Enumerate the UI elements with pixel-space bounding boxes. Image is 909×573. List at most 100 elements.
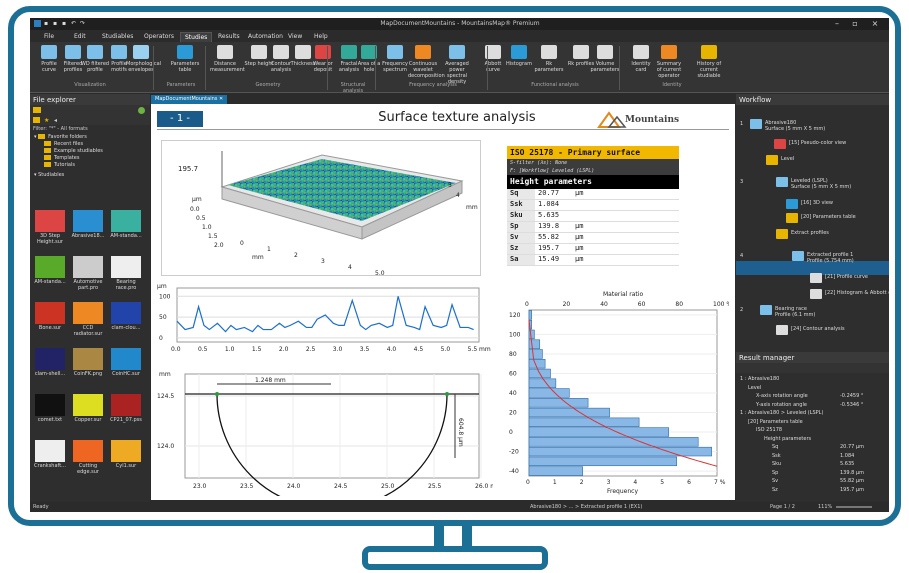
right-marker[interactable]: [445, 392, 449, 396]
workflow-node-icon: [810, 289, 822, 299]
abbott-histogram-chart[interactable]: Material ratio 0 20 40 60 80 100 % 0 1 2 3 4 5 6 7 % Fr…: [507, 290, 729, 496]
back-icon[interactable]: ◂: [54, 117, 57, 124]
redo-icon[interactable]: ↷: [80, 20, 87, 27]
file-thumbnail[interactable]: clam-shell...: [32, 348, 68, 377]
ribbon-button-14[interactable]: Frequency spectrum: [380, 45, 410, 73]
file-thumbnail[interactable]: CP21_07.pss: [108, 394, 144, 423]
ribbon-button-19[interactable]: Rk parameters: [534, 45, 564, 73]
save-icon[interactable]: ▪: [62, 20, 69, 27]
result-row[interactable]: Level: [736, 385, 889, 392]
profile-curve-chart[interactable]: µm 100 50 0 0.0 0.5 1.0 1.5 2.0 2.5 3.0 3.5 4.0 4.5 5.…: [155, 280, 493, 360]
ribbon-button-23[interactable]: Summary of current operator: [654, 45, 684, 79]
menu-automation[interactable]: Automation: [244, 32, 287, 41]
file-thumbnail[interactable]: CoinFK.png: [70, 348, 106, 377]
result-row[interactable]: [20] Parameters table: [736, 419, 889, 426]
file-thumbnail[interactable]: Abrasive18...: [70, 210, 106, 239]
menu-studiables[interactable]: Studiables: [98, 32, 137, 41]
file-thumbnail[interactable]: Copper.sur: [70, 394, 106, 423]
workflow-node-label[interactable]: [24] Contour analysis: [791, 326, 886, 332]
cell-value: 15.49: [538, 255, 560, 263]
ribbon-button-6[interactable]: Parameters table: [170, 45, 200, 73]
table-row: Sa 15.49 µm: [507, 255, 679, 266]
result-row[interactable]: 1 : Abrasive180: [736, 376, 889, 383]
file-thumbnail[interactable]: AM-standa...: [32, 256, 68, 285]
refresh-icon[interactable]: [138, 107, 145, 114]
workflow-node-label[interactable]: Bearing race Profile (6.1 mm): [775, 306, 886, 318]
workflow-node-label[interactable]: [15] Pseudo-color view: [789, 140, 886, 146]
ribbon-button-7[interactable]: Distance measurement: [210, 45, 245, 73]
result-row[interactable]: Sv 55.82 µm: [736, 478, 889, 485]
ribbon-button-21[interactable]: Volume parameters: [590, 45, 620, 73]
ribbon-button-5[interactable]: Morphological envelopes: [126, 45, 161, 73]
format-filter[interactable]: Filter: "*" - All formats: [30, 125, 150, 134]
ribbon-button-22[interactable]: Identity card: [626, 45, 656, 73]
menu-edit[interactable]: Edit: [70, 32, 90, 41]
result-row[interactable]: Sz 195.7 µm: [736, 487, 889, 494]
result-row[interactable]: Sp 139.8 µm: [736, 470, 889, 477]
result-row[interactable]: ISO 25178: [736, 427, 889, 434]
result-row[interactable]: Height parameters: [736, 436, 889, 443]
workflow-node-label[interactable]: Extract profiles: [791, 230, 886, 236]
menu-view[interactable]: View: [284, 32, 306, 41]
file-thumbnail[interactable]: clam-clou...: [108, 302, 144, 331]
folder-up-icon[interactable]: [33, 117, 40, 123]
menu-operators[interactable]: Operators: [140, 32, 178, 41]
result-row[interactable]: Sku 5.635: [736, 461, 889, 468]
menu-file[interactable]: File: [40, 32, 58, 41]
new-icon[interactable]: ▪: [44, 20, 51, 27]
minimize-button[interactable]: –: [830, 19, 844, 28]
file-thumbnail[interactable]: Cutting edge.sur: [70, 440, 106, 475]
folder-item[interactable]: Recent files: [30, 141, 150, 148]
studiables-node[interactable]: ▾ Studiables: [30, 172, 150, 179]
result-row[interactable]: Ssk 1.084: [736, 453, 889, 460]
3d-surface-view[interactable]: 195.7 µm 0.0 0.5 1.0 1.5 2.0 0 1 2 3 4 5.0 mm mm …: [161, 140, 481, 277]
file-thumbnail[interactable]: Bone.sur: [32, 302, 68, 331]
file-thumbnail[interactable]: CoinHC.sur: [108, 348, 144, 377]
workflow-node-label[interactable]: [16] 3D view: [801, 200, 886, 206]
workflow-node-label[interactable]: [20] Parameters table: [801, 214, 886, 220]
ribbon-button-15[interactable]: Continuous wavelet decomposition: [408, 45, 445, 79]
folder-icon[interactable]: [33, 107, 41, 113]
undo-icon[interactable]: ↶: [71, 20, 78, 27]
menu-help[interactable]: Help: [310, 32, 332, 41]
workflow-node-label[interactable]: Leveled (LSPL) Surface (5 mm X 5 mm): [791, 178, 886, 190]
file-thumbnail[interactable]: Crankshaft...: [32, 440, 68, 469]
folder-item[interactable]: Tutorials: [30, 162, 150, 169]
left-marker[interactable]: [215, 392, 219, 396]
document-tab[interactable]: MapDocumentMountains ✕: [151, 95, 228, 104]
thumbnail-image: [35, 440, 65, 462]
file-thumbnail[interactable]: 3D Step Height.sur: [32, 210, 68, 245]
workflow-node-label[interactable]: [21] Profile curve: [825, 274, 886, 280]
workflow-node-label[interactable]: Extracted profile 1 Profile (5.754 mm): [807, 252, 886, 264]
workflow-node-label[interactable]: Level: [781, 156, 886, 162]
maximize-button[interactable]: ▫: [848, 19, 862, 28]
favorites-node[interactable]: ▾ Favorite folders: [30, 134, 150, 141]
close-tab-icon[interactable]: ✕: [219, 96, 223, 102]
result-row[interactable]: Sq 20.77 µm: [736, 444, 889, 451]
file-thumbnail[interactable]: Bearing race.pro: [108, 256, 144, 291]
result-row[interactable]: X-axis rotation angle -0.2459 °: [736, 393, 889, 400]
ribbon-button-label: Wear or deposit: [313, 61, 333, 73]
file-thumbnail[interactable]: Automotive part.pro: [70, 256, 106, 291]
ribbon-button-18[interactable]: Histogram: [504, 45, 534, 67]
ribbon-button-24[interactable]: History of current studiable: [694, 45, 724, 79]
close-button[interactable]: ×: [868, 19, 882, 28]
open-icon[interactable]: ▪: [53, 20, 60, 27]
ribbon-button-16[interactable]: Averaged power spectral density: [442, 45, 472, 85]
star-icon[interactable]: ★: [44, 117, 49, 124]
result-row[interactable]: 1 : Abrasive180 > Leveled (LSPL): [736, 410, 889, 417]
file-thumbnail[interactable]: comet.txt: [32, 394, 68, 423]
workflow-node-label[interactable]: Abrasive180 Surface (5 mm X 5 mm): [765, 120, 886, 132]
contour-analysis-chart[interactable]: mm 124.5 124.0 23.0 23.5 24.0 24.5 25.0 25.5 26.0…: [155, 366, 493, 496]
zoom-slider[interactable]: [836, 506, 872, 508]
file-thumbnail[interactable]: Cyl1.sur: [108, 440, 144, 469]
menu-results[interactable]: Results: [214, 32, 244, 41]
file-thumbnail[interactable]: CCD radiator.sur: [70, 302, 106, 337]
folder-item[interactable]: Example studiables: [30, 148, 150, 155]
folder-item[interactable]: Templates: [30, 155, 150, 162]
parameters-table[interactable]: ISO 25178 - Primary surface S-filter (λs…: [507, 146, 679, 266]
file-thumbnail[interactable]: AM-standa...: [108, 210, 144, 239]
workflow-node-label[interactable]: [22] Histogram & Abbott curve: [825, 290, 889, 296]
menu-studies[interactable]: Studies: [180, 32, 213, 42]
result-row[interactable]: Y-axis rotation angle -0.5346 °: [736, 402, 889, 409]
